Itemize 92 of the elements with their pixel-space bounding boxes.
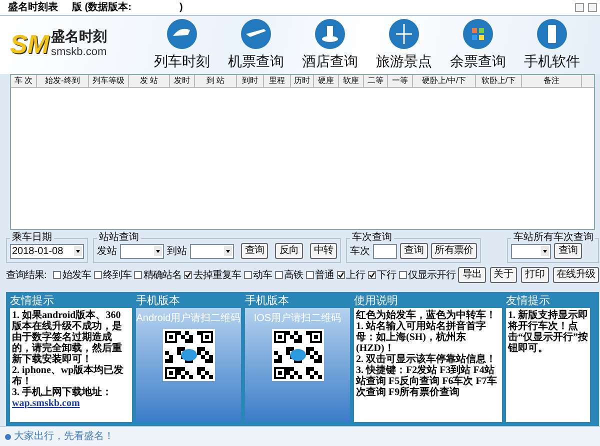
check-icon xyxy=(368,272,375,278)
column-header: 硬座 xyxy=(314,75,339,87)
train-number-field[interactable] xyxy=(373,244,398,258)
dropdown[interactable] xyxy=(511,244,552,258)
column-header: 软卧上/下 xyxy=(476,75,522,87)
column-header: 列车等级 xyxy=(89,75,129,87)
tip-text: 3. 手机上网下载地址： xyxy=(12,387,113,398)
column-header: 二等 xyxy=(364,75,388,87)
action-button[interactable]: 在线升级 xyxy=(552,267,600,283)
nav-button[interactable]: 旅游景点 xyxy=(372,18,436,72)
logo-mark: SM xyxy=(10,29,49,60)
field-label: 到站 xyxy=(167,244,187,258)
group-legend: 车站所有车次查询 xyxy=(511,232,596,244)
action-button[interactable]: 打印 xyxy=(521,267,548,283)
nav-button[interactable]: 余票查询 xyxy=(446,18,510,72)
panel-title: 使用说明 xyxy=(354,294,399,308)
qr-code-drawing xyxy=(162,329,214,381)
column-header: 一等 xyxy=(388,75,413,87)
dropdown[interactable] xyxy=(120,244,164,258)
group-legend: 车次查询 xyxy=(350,232,394,244)
action-button[interactable]: 关于 xyxy=(490,267,518,283)
query-button[interactable]: 反向 xyxy=(275,243,303,259)
column-header: 软座 xyxy=(339,75,364,87)
status-text: 大家出行，先看盛名！ xyxy=(14,430,114,444)
tip-text: 1. 如果android版本、360版本在线升级不成功，是由于数字签名过期造成的，请完全卸载，然后重新下载安装即可！ xyxy=(12,310,122,365)
checkbox[interactable]: 上行 xyxy=(336,268,365,282)
nav-button[interactable]: 机票查询 xyxy=(224,18,288,72)
panel-title: 友情提示 xyxy=(506,294,551,308)
column-header: 发时 xyxy=(170,75,195,87)
bullet-icon xyxy=(5,434,11,440)
tip-text: 红色为始发车，蓝色为中转车！ xyxy=(356,310,497,321)
check-icon xyxy=(338,272,344,278)
checkbox[interactable]: 动车 xyxy=(244,268,272,282)
logo-name: 盛名时刻 xyxy=(51,29,107,44)
column-header: 车 次 xyxy=(11,75,37,87)
tip-text: 3. 快捷键：F2发站 F3到站 F4站站查询 F5反向查询 F6车次 F7车次查询 F9所有票价查询 xyxy=(356,365,498,398)
version-label: 版 (数据版本: xyxy=(72,0,132,15)
tip-text: 2. iphone、wp版本均已发布！ xyxy=(12,365,125,387)
column-header: 到 站 xyxy=(195,75,237,87)
column-header: 历时 xyxy=(291,75,314,87)
column-header: 硬卧上/中/下 xyxy=(413,75,476,87)
logo-site: smskb.com xyxy=(51,45,107,60)
nav-button[interactable]: 列车时刻 xyxy=(150,18,214,72)
group-legend: 乘车日期 xyxy=(10,232,54,244)
qr-caption: Android用户请扫二维码 xyxy=(136,312,241,326)
column-header: 到时 xyxy=(237,75,264,87)
qr-caption: IOS用户请扫二维码 xyxy=(254,312,342,326)
checkbox[interactable]: 下行 xyxy=(368,268,396,282)
field-label: 车次 xyxy=(350,244,370,258)
panel-title: 友情提示 xyxy=(10,294,55,308)
nav-button[interactable]: 酒店查询 xyxy=(298,18,362,72)
window-icon xyxy=(462,18,494,50)
query-button[interactable]: 所有票价 xyxy=(430,243,478,259)
checkbox[interactable]: 高铁 xyxy=(274,268,303,282)
panel-title: 手机版本 xyxy=(245,294,290,308)
tip-text: 1. 新版支持显示即将开行车次！点击“仅显示开行”按钮即可。 xyxy=(508,310,588,354)
field-label: 查询结果: xyxy=(6,268,46,282)
column-header: 里程 xyxy=(264,75,291,87)
dropdown[interactable]: 2018-01-08 xyxy=(10,244,84,258)
window-title: 盛名时刻表 xyxy=(8,0,58,15)
checkbox[interactable]: 始发车 xyxy=(53,268,91,282)
column-header: 备注 xyxy=(522,75,582,87)
group-legend: 站站查询 xyxy=(97,232,141,244)
query-button[interactable]: 查询 xyxy=(554,243,582,259)
query-button[interactable]: 中转 xyxy=(310,243,338,259)
caret-icon xyxy=(224,246,232,256)
phone-icon xyxy=(536,18,568,50)
panel-title: 手机版本 xyxy=(136,294,181,308)
field-label: 发站 xyxy=(97,244,117,258)
checkbox[interactable]: 普通 xyxy=(306,268,334,282)
caret-icon xyxy=(541,246,550,256)
action-button[interactable]: 导出 xyxy=(458,267,486,283)
version-label: ) xyxy=(179,1,183,15)
dropdown[interactable] xyxy=(190,244,234,258)
qr-code-drawing xyxy=(272,329,324,381)
checkbox[interactable]: 终到车 xyxy=(94,268,132,282)
checkbox[interactable]: 去掉重复车 xyxy=(184,268,241,282)
column-header: 始发-终到 xyxy=(37,75,89,87)
tip-text: 2. 双击可显示该车停靠站信息！ xyxy=(356,354,497,365)
maximize-button[interactable] xyxy=(588,3,598,12)
query-button[interactable]: 查询 xyxy=(400,243,428,259)
checkbox[interactable]: 仅显示开行 xyxy=(398,268,456,282)
checkbox[interactable]: 精确站名 xyxy=(134,268,182,282)
column-header: 发 站 xyxy=(129,75,170,87)
caret-icon xyxy=(154,246,162,256)
tip-text: 1. 站名输入可用站名拼音首字母：如上海(SH)，杭州东(HZD)！ xyxy=(356,321,487,354)
caret-icon xyxy=(74,246,82,256)
query-button[interactable]: 查询 xyxy=(241,243,268,259)
download-link[interactable]: wap.smskb.com xyxy=(12,398,130,409)
check-icon xyxy=(185,272,192,278)
minimize-button[interactable] xyxy=(575,3,584,12)
nav-button[interactable]: 手机软件 xyxy=(520,18,584,72)
